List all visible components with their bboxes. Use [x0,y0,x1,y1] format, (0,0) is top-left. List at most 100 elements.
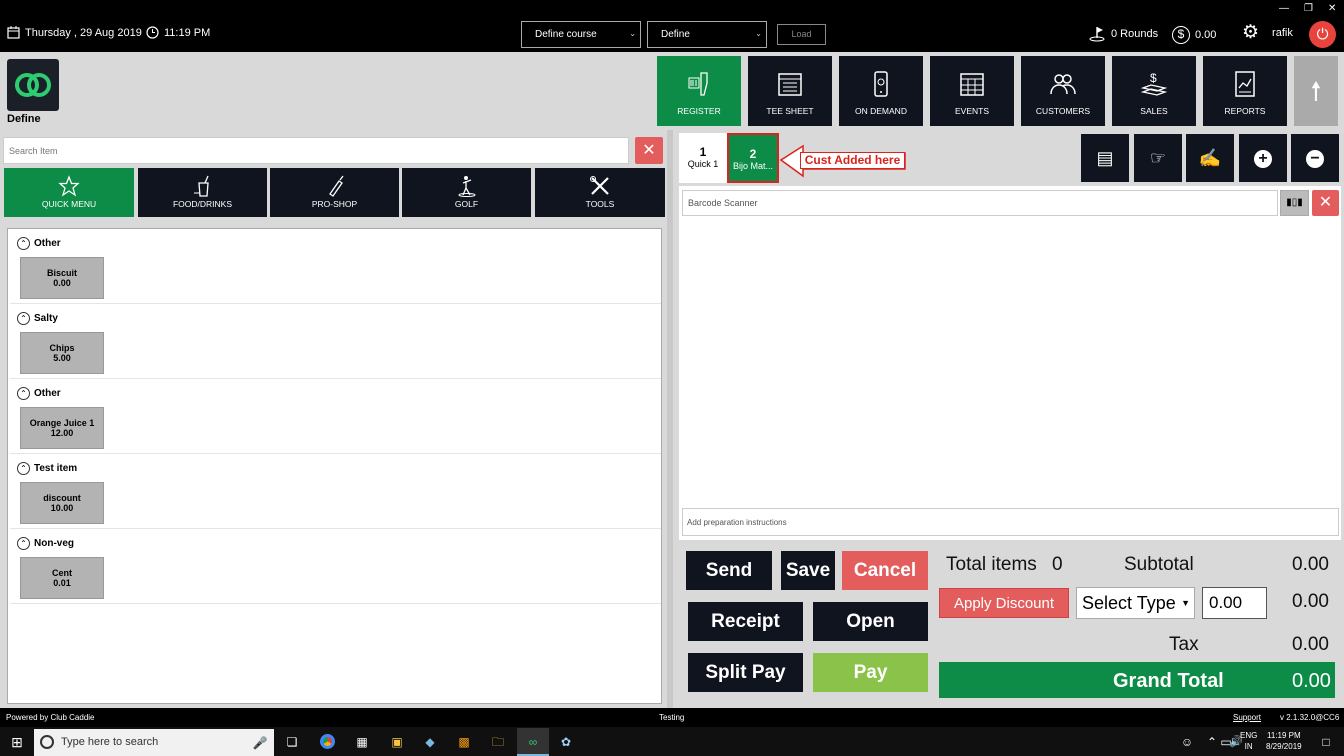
menu-item-tile[interactable]: discount 10.00 [20,482,104,524]
people-icon[interactable]: ☺ [1179,734,1195,750]
chevron-up-icon[interactable]: ⌃ [17,462,30,475]
send-button[interactable]: Send [686,551,772,590]
nav-events-label: EVENTS [954,106,989,116]
item-group: ⌃ Other Orange Juice 1 12.00 [10,381,661,454]
file-explorer-icon[interactable]: 🗀 [490,734,506,750]
nav-reports[interactable]: REPORTS [1203,56,1287,126]
mobile-icon [874,71,888,97]
chrome-icon[interactable] [319,734,335,750]
group-header[interactable]: ⌃ Other [17,237,61,250]
open-button[interactable]: Open [813,602,928,641]
clear-search-button[interactable]: ✕ [635,137,663,164]
define-select[interactable]: Define ⌄ [647,21,767,48]
balance-display[interactable]: $ 0.00 [1172,26,1216,44]
add-tab-button[interactable]: + [1239,134,1287,182]
item-price: 0.01 [53,578,71,588]
category-tools[interactable]: TOOLS [535,168,665,217]
grand-total-value: 0.00 [1292,670,1331,692]
calculator-icon[interactable]: ▦ [354,734,370,750]
payment-hand-button[interactable]: ✍ [1186,134,1234,182]
sticky-notes-icon[interactable]: ▣ [389,734,405,750]
receipt-button[interactable]: Receipt [688,602,803,641]
load-button[interactable]: Load [777,24,826,45]
notifications-icon[interactable]: □ [1318,734,1334,750]
course-select-value: Define course [535,29,597,40]
search-input[interactable]: Search Item [3,137,629,164]
group-header[interactable]: ⌃ Test item [17,462,77,475]
order-tab-customer[interactable]: 2 Bijo Mat... [727,133,779,183]
chevron-up-icon[interactable]: ⌃ [17,537,30,550]
item-name: Chips [49,343,75,353]
discount-value-input[interactable]: 0.00 [1202,587,1267,619]
barcode-icon[interactable]: ▮▯▮ [1280,190,1309,216]
category-food-drinks[interactable]: FOOD/DRINKS [138,168,267,217]
close-window-icon[interactable]: ✕ [1328,3,1336,14]
power-icon[interactable]: ⏻ [1309,21,1336,48]
menu-item-tile[interactable]: Chips 5.00 [20,332,104,374]
app-icon[interactable]: ◆ [422,734,438,750]
grand-total-label: Grand Total [1113,670,1224,692]
golf-bag-icon [328,175,344,197]
table-button[interactable]: ▤ [1081,134,1129,182]
gear-icon[interactable]: ⚙ [1242,23,1259,42]
chevron-down-icon: ⌄ [629,29,636,38]
clear-barcode-button[interactable]: ✕ [1312,190,1339,216]
minimize-icon[interactable]: — [1279,3,1289,14]
item-group: ⌃ Salty Chips 5.00 [10,306,661,379]
touch-button[interactable]: ☞ [1134,134,1182,182]
paint-icon[interactable]: ✿ [558,734,574,750]
chevron-up-icon[interactable]: ⌃ [17,387,30,400]
microphone-icon[interactable]: 🎤 [252,735,268,751]
category-pro-shop[interactable]: PRO-SHOP [270,168,399,217]
menu-item-tile[interactable]: Cent 0.01 [20,557,104,599]
subtotal-label: Subtotal [1124,554,1194,575]
user-menu[interactable]: ⚙ rafik [1242,23,1293,42]
group-header[interactable]: ⌃ Salty [17,312,58,325]
nav-register[interactable]: REGISTER [657,56,741,126]
environment-label: Testing [659,713,685,722]
windows-start-icon[interactable]: ⊞ [9,734,25,750]
chevron-up-icon[interactable]: ⌃ [17,312,30,325]
menu-item-tile[interactable]: Orange Juice 1 12.00 [20,407,104,449]
category-golf[interactable]: GOLF [402,168,531,217]
restore-icon[interactable]: ❐ [1304,3,1313,14]
rounds-display[interactable]: 0 Rounds [1088,26,1158,42]
save-button[interactable]: Save [781,551,835,590]
cancel-button[interactable]: Cancel [842,551,928,590]
group-header[interactable]: ⌃ Non-veg [17,537,74,550]
nav-tee-sheet[interactable]: TEE SHEET [748,56,832,126]
chevron-up-icon[interactable]: ⌃ [17,237,30,250]
nav-register-label: REGISTER [677,106,721,116]
tab-number: 2 [749,147,757,161]
order-tab-quick-1[interactable]: 1 Quick 1 [679,133,727,183]
group-name: Other [34,388,61,399]
category-quick-menu[interactable]: QUICK MENU [4,168,134,217]
split-pay-button[interactable]: Split Pay [688,653,803,692]
nav-customers[interactable]: CUSTOMERS [1021,56,1105,126]
course-select[interactable]: Define course ⌄ [521,21,641,48]
remove-tab-button[interactable]: − [1291,134,1339,182]
golf-flag-icon [1089,27,1105,42]
rounds-text: 0 Rounds [1111,28,1159,40]
prep-instructions-input[interactable]: Add preparation instructions [682,508,1339,536]
os-clock[interactable]: 11:19 PM 8/29/2019 [1266,730,1302,752]
language-indicator[interactable]: ENG IN [1240,730,1257,752]
nav-events[interactable]: EVENTS [930,56,1014,126]
nav-sales[interactable]: $ SALES [1112,56,1196,126]
sublime-icon[interactable]: ▩ [456,734,472,750]
barcode-input[interactable]: Barcode Scanner [682,190,1278,216]
nav-on-demand[interactable]: ON DEMAND [839,56,923,126]
task-view-icon[interactable]: ❏ [284,734,300,750]
group-name: Test item [34,463,78,474]
pay-button[interactable]: Pay [813,653,928,692]
apply-discount-button[interactable]: Apply Discount [939,588,1069,618]
group-header[interactable]: ⌃ Other [17,387,61,400]
club-caddie-icon: ∞ [528,735,538,749]
scroll-up-icon[interactable]: 🠕 [1294,56,1338,126]
discount-type-select[interactable]: Select Type ▼ [1076,587,1195,619]
os-search-input[interactable]: Type here to search [34,729,274,756]
menu-item-tile[interactable]: Biscuit 0.00 [20,257,104,299]
annotation-label: Cust Added here [800,152,905,169]
support-link[interactable]: Support [1233,713,1261,722]
panel-splitter[interactable] [667,130,673,708]
